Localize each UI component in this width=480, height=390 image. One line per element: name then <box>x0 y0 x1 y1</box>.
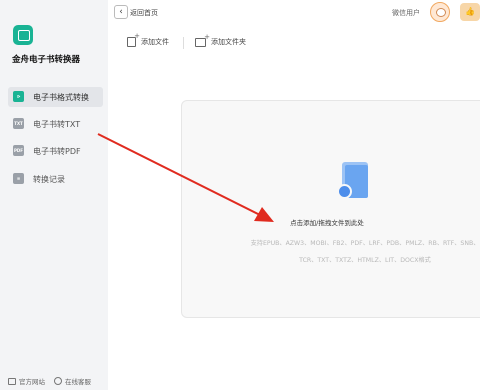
official-website-link[interactable]: 官方网站 <box>19 376 45 386</box>
sidebar-item-to-txt[interactable]: TXT 电子书转TXT <box>8 114 103 134</box>
add-file-button[interactable]: 添加文件 <box>127 32 169 47</box>
add-file-icon <box>127 32 140 47</box>
sidebar-item-history[interactable]: ≡ 转换记录 <box>8 169 103 189</box>
user-name: 微信用户 <box>392 9 420 17</box>
sidebar: 金舟电子书转换器 ⟳ 电子书格式转换 TXT 电子书转TXT PDF 电子书转P… <box>0 0 108 390</box>
txt-icon: TXT <box>13 118 24 129</box>
document-upload-icon <box>337 162 371 202</box>
add-folder-icon <box>195 33 210 47</box>
sidebar-item-label: 电子书格式转换 <box>33 92 89 102</box>
toolbar-divider <box>183 37 184 49</box>
online-support-link[interactable]: 在线客服 <box>65 376 91 386</box>
convert-icon: ⟳ <box>13 91 24 102</box>
add-folder-label: 添加文件夹 <box>211 38 246 46</box>
headset-icon <box>54 377 62 385</box>
supported-formats-text: 支持EPUB、AZW3、MOBI、FB2、PDF、LRF、PDB、PMLZ、RB… <box>220 235 480 269</box>
add-file-label: 添加文件 <box>141 38 169 46</box>
avatar[interactable] <box>430 2 450 22</box>
back-home-link[interactable]: 返回首页 <box>130 8 158 18</box>
formats-line-2: TCR、TXT、TXTZ、HTMLZ、LIT、DOCX格式 <box>299 257 431 264</box>
sidebar-item-format-convert[interactable]: ⟳ 电子书格式转换 <box>8 87 103 107</box>
pdf-icon: PDF <box>13 145 24 156</box>
sidebar-item-label: 电子书转PDF <box>33 146 81 156</box>
file-drop-zone[interactable]: 点击添加/拖拽文件到此处 支持EPUB、AZW3、MOBI、FB2、PDF、LR… <box>181 100 480 318</box>
thumbs-up-icon[interactable]: 👍 <box>460 3 480 21</box>
chevron-left-icon: ‹ <box>119 7 123 17</box>
monitor-icon <box>8 377 16 385</box>
drop-hint-text: 点击添加/拖拽文件到此处 <box>290 219 364 227</box>
sidebar-item-label: 转换记录 <box>33 174 65 184</box>
top-bar: ‹ 返回首页 微信用户 👍 <box>108 0 480 26</box>
app-name: 金舟电子书转换器 <box>12 55 81 65</box>
back-button[interactable]: ‹ <box>114 5 128 19</box>
formats-line-1: 支持EPUB、AZW3、MOBI、FB2、PDF、LRF、PDB、PMLZ、RB… <box>250 240 480 247</box>
add-folder-button[interactable]: 添加文件夹 <box>195 33 246 47</box>
app-logo-icon <box>13 25 33 45</box>
sidebar-item-to-pdf[interactable]: PDF 电子书转PDF <box>8 141 103 161</box>
sidebar-item-label: 电子书转TXT <box>33 119 81 129</box>
history-icon: ≡ <box>13 173 24 184</box>
sidebar-footer: 官方网站 在线客服 <box>8 376 91 386</box>
